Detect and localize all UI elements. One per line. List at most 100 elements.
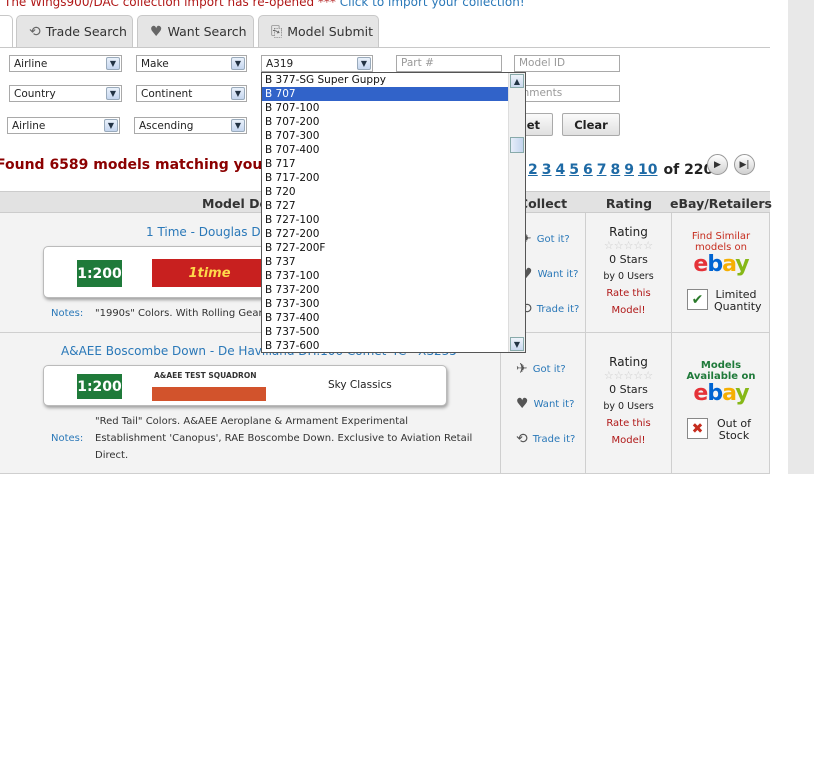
results-count: Found 6589 models matching your se	[0, 157, 292, 173]
model-id-input[interactable]: Model ID	[514, 55, 620, 72]
page-link[interactable]: 8	[611, 162, 621, 178]
got-it-action[interactable]: ✈Got it?	[516, 361, 566, 377]
rating-cell: Rating ☆☆☆☆☆ 0 Stars by 0 Users Rate thi…	[586, 355, 671, 449]
rating-heading: Rating	[609, 225, 648, 239]
rate-model-link[interactable]: Rate this Model!	[586, 415, 671, 449]
tabs-divider	[0, 47, 770, 48]
trade-it-action[interactable]: ⟲Trade it?	[520, 301, 579, 317]
dropdown-option[interactable]: B 727-200F	[262, 241, 509, 255]
dropdown-options: B 377-SG Super Guppy B 707 B 707-100 B 707-…	[262, 73, 509, 352]
last-page-icon[interactable]: ▶|	[734, 154, 755, 175]
dropdown-option[interactable]: B 727-100	[262, 213, 509, 227]
header-ebay: eBay/Retailers	[670, 195, 772, 211]
dropdown-option[interactable]: B 707-200	[262, 115, 509, 129]
dropdown-option[interactable]: B 707-300	[262, 129, 509, 143]
x-mark-icon: ✖	[687, 418, 708, 439]
country-select-value: Country	[14, 87, 56, 100]
page-link[interactable]: 2	[528, 162, 538, 178]
make-select[interactable]: Make ▼	[136, 55, 247, 72]
page-link[interactable]: 3	[542, 162, 552, 178]
model-type-dropdown-list[interactable]: B 377-SG Super Guppy B 707 B 707-100 B 707-…	[261, 72, 526, 353]
page-link[interactable]: 6	[583, 162, 593, 178]
chevron-down-icon: ▼	[104, 119, 118, 132]
tab-label: Model Submit	[287, 24, 374, 39]
ebay-cell[interactable]: Models Available on ebay	[672, 360, 770, 406]
trade-arrows-icon: ⟲	[516, 431, 528, 447]
sort-order-value: Ascending	[139, 119, 194, 132]
want-it-label: Want it?	[537, 268, 579, 280]
rating-users: by 0 Users	[603, 401, 654, 412]
dropdown-option[interactable]: B 737-300	[262, 297, 509, 311]
sort-field-select[interactable]: Airline ▼	[7, 117, 120, 134]
heart-icon: ♥	[150, 23, 163, 40]
dropdown-option[interactable]: B 727	[262, 199, 509, 213]
tab-active-stub[interactable]	[0, 15, 13, 47]
ebay-logo-icon[interactable]: ebay	[672, 253, 770, 277]
dropdown-option[interactable]: B 727-200	[262, 227, 509, 241]
model-card[interactable]: 1:200 A&AEE TEST SQUADRON Sky Classics	[43, 365, 447, 406]
chevron-down-icon: ▼	[106, 57, 120, 70]
dropdown-option[interactable]: B 720	[262, 185, 509, 199]
import-link[interactable]: Click to import your collection!	[340, 0, 525, 9]
rate-link-line1: Rate this	[606, 288, 651, 299]
scroll-up-icon[interactable]: ▲	[510, 74, 524, 88]
tab-trade-search[interactable]: ⟲ Trade Search	[16, 15, 133, 47]
tab-want-search[interactable]: ♥ Want Search	[137, 15, 254, 47]
part-number-input[interactable]: Part #	[396, 55, 502, 72]
clear-button[interactable]: Clear	[562, 113, 620, 136]
dropdown-option[interactable]: B 737-200	[262, 283, 509, 297]
notes-label: Notes:	[51, 308, 84, 319]
dropdown-option[interactable]: B 377-SG Super Guppy	[262, 73, 509, 87]
star-rating-icon[interactable]: ☆☆☆☆☆	[586, 239, 671, 252]
dropdown-option[interactable]: B 707-400	[262, 143, 509, 157]
ebay-cell[interactable]: Find Similar models on ebay	[672, 231, 770, 277]
header-rating: Rating	[605, 195, 653, 211]
page-total: of 220	[663, 162, 714, 178]
heart-icon: ♥	[516, 396, 529, 412]
ebay-caption-line1: Models	[700, 360, 742, 371]
country-select[interactable]: Country ▼	[9, 85, 122, 102]
dropdown-option[interactable]: B 707-100	[262, 101, 509, 115]
scroll-down-icon[interactable]: ▼	[510, 337, 524, 351]
rate-link-line1: Rate this	[606, 418, 651, 429]
rating-cell: Rating ☆☆☆☆☆ 0 Stars by 0 Users Rate thi…	[586, 225, 671, 319]
logo-text: A&AEE TEST SQUADRON	[154, 371, 257, 380]
stock-status: Out of Stock	[714, 418, 754, 442]
ebay-logo-icon[interactable]: ebay	[672, 382, 770, 406]
want-it-action[interactable]: ♥ Want it?	[520, 266, 578, 282]
page-link[interactable]: 5	[569, 162, 579, 178]
page-link[interactable]: 4	[556, 162, 566, 178]
dropdown-option[interactable]: B 737-500	[262, 325, 509, 339]
page-link[interactable]: 9	[624, 162, 634, 178]
tab-model-submit[interactable]: ⎘ Model Submit	[258, 15, 379, 47]
dropdown-option[interactable]: B 707	[262, 87, 509, 101]
stars-count: 0 Stars	[609, 383, 648, 396]
sort-order-select[interactable]: Ascending ▼	[134, 117, 247, 134]
want-it-action[interactable]: ♥ Want it?	[516, 396, 574, 412]
dropdown-option[interactable]: B 717-200	[262, 171, 509, 185]
dropdown-option[interactable]: B 737-600	[262, 339, 509, 352]
dropdown-option[interactable]: B 737	[262, 255, 509, 269]
rate-model-link[interactable]: Rate this Model!	[586, 285, 671, 319]
rating-users: by 0 Users	[603, 271, 654, 282]
page-link[interactable]: 10	[638, 162, 657, 178]
trade-it-label: Trade it?	[532, 433, 576, 445]
dropdown-option[interactable]: B 737-100	[262, 269, 509, 283]
scrollbar-thumb[interactable]	[510, 137, 524, 153]
comments-input[interactable]: mments	[514, 85, 620, 102]
next-page-icon[interactable]: ▶	[707, 154, 728, 175]
dropdown-option[interactable]: B 737-400	[262, 311, 509, 325]
model-title-link[interactable]: 1 Time - Douglas DC	[146, 225, 269, 239]
stock-status: Limited Quantity	[714, 289, 762, 313]
dropdown-option[interactable]: B 717	[262, 157, 509, 171]
airline-select[interactable]: Airline ▼	[9, 55, 122, 72]
model-type-select[interactable]: A319 ▼	[261, 55, 373, 72]
continent-select[interactable]: Continent ▼	[136, 85, 247, 102]
chevron-down-icon: ▼	[106, 87, 120, 100]
plane-icon: ✈	[516, 361, 528, 377]
got-it-action[interactable]: ✈Got it?	[520, 231, 570, 247]
star-rating-icon[interactable]: ☆☆☆☆☆	[586, 369, 671, 382]
page-link[interactable]: 7	[597, 162, 607, 178]
trade-it-action[interactable]: ⟲ Trade it?	[516, 431, 575, 447]
dropdown-scrollbar[interactable]: ▲ ▼	[508, 73, 525, 352]
